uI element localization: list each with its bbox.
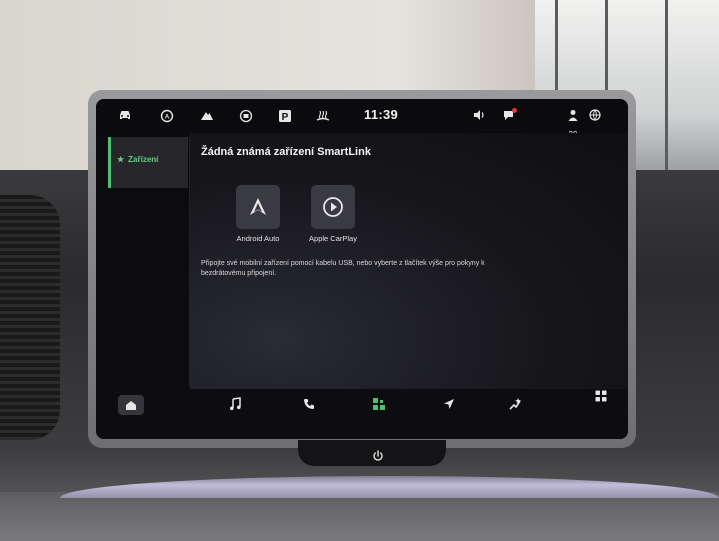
assistance-icon <box>509 398 521 410</box>
carplay-icon <box>323 197 343 217</box>
svg-text:P: P <box>282 112 289 123</box>
phone-button[interactable] <box>298 393 320 415</box>
apps-grid-button[interactable] <box>590 385 612 407</box>
power-icon <box>373 450 383 461</box>
heated-windshield-icon[interactable] <box>314 109 332 125</box>
user-profile-icon[interactable]: 29 <box>562 109 584 139</box>
help-text: Připojte své mobilní zařízení pomocí kab… <box>201 260 485 277</box>
music-button[interactable] <box>224 393 246 415</box>
home-button[interactable] <box>118 395 144 415</box>
smartlink-button[interactable] <box>368 393 390 415</box>
home-icon <box>126 400 136 410</box>
infotainment-screen: A P 11:39 29 ★ <box>96 99 628 439</box>
connectivity-icon[interactable] <box>586 109 604 125</box>
apps-grid-icon <box>595 390 607 402</box>
star-icon: ★ <box>117 155 125 164</box>
android-auto-button[interactable] <box>236 185 280 229</box>
assistance-button[interactable] <box>504 393 526 415</box>
notification-icon[interactable] <box>500 108 518 125</box>
active-indicator <box>108 137 111 188</box>
music-icon <box>230 397 241 411</box>
sidebar-item-devices[interactable]: ★ Zařízení <box>108 137 188 188</box>
power-button[interactable] <box>371 450 385 464</box>
sidebar-item: ★ Zařízení <box>117 155 158 164</box>
main-content: Žádná známá zařízení SmartLink Android A… <box>190 133 628 391</box>
apple-carplay-label: Apple CarPlay <box>309 234 357 243</box>
mountain-mode-icon[interactable] <box>198 109 216 125</box>
notification-badge <box>512 108 517 113</box>
navigation-icon <box>444 399 454 409</box>
lower-dashboard <box>0 492 719 541</box>
bottom-navigation <box>96 389 628 439</box>
android-auto-label: Android Auto <box>236 234 280 243</box>
car-icon[interactable] <box>116 109 134 125</box>
window-frame <box>665 0 668 180</box>
parking-icon[interactable]: P <box>276 109 294 125</box>
smartlink-icon <box>373 398 385 410</box>
air-vent <box>0 195 60 440</box>
status-bar: A P 11:39 29 <box>96 99 628 139</box>
android-auto-icon <box>250 198 266 215</box>
clock: 11:39 <box>364 107 399 122</box>
sidebar-item-label: Zařízení <box>128 155 159 164</box>
phone-icon <box>304 399 314 409</box>
navigation-button[interactable] <box>438 393 460 415</box>
apple-carplay-button[interactable] <box>311 185 355 229</box>
page-title: Žádná známá zařízení SmartLink <box>201 146 371 158</box>
svg-text:A: A <box>165 115 170 121</box>
volume-icon[interactable] <box>470 109 488 125</box>
driver-assist-icon[interactable]: A <box>158 109 176 125</box>
camera-360-icon[interactable] <box>237 109 255 125</box>
